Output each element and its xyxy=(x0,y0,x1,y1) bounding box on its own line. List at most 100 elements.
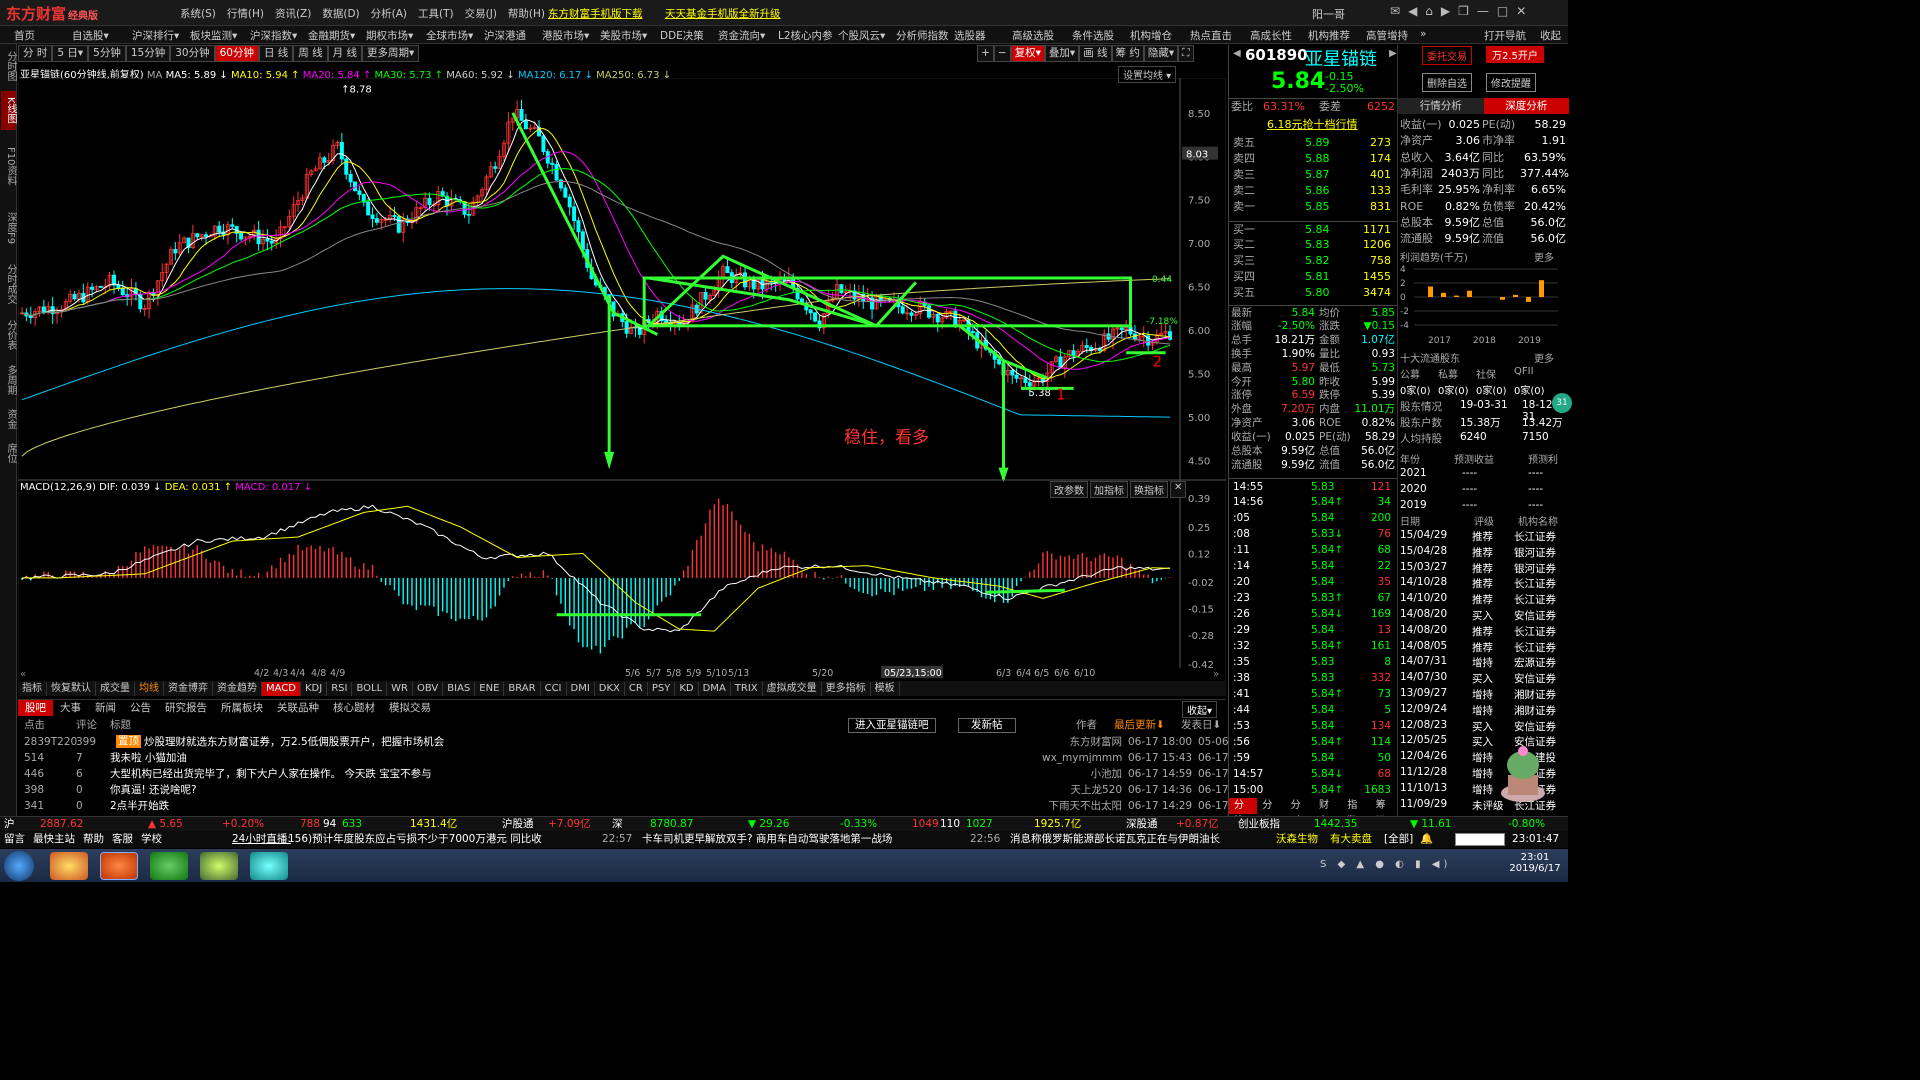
news-row[interactable]: 446 6 大型机构已经出货完毕了，剩下大户人家在操作。 今天跌 宝宝不参与 小池加 0… xyxy=(18,766,1229,782)
news-title[interactable]: 我未啦 小猫加油 xyxy=(110,750,187,766)
quote-tab[interactable]: 分时 xyxy=(1286,798,1314,827)
period-button[interactable]: 分 时 xyxy=(18,45,53,62)
nav-item[interactable]: 沪深排行▾ xyxy=(132,28,179,43)
indicator-tab[interactable]: PSY xyxy=(648,682,676,696)
period-button[interactable]: 5 日▾ xyxy=(52,45,89,62)
indicator-tab[interactable]: RSI xyxy=(327,682,353,696)
news-author[interactable]: wx_mymjmmm xyxy=(1042,750,1122,766)
nav-item[interactable]: 板块监测▾ xyxy=(190,28,237,43)
menu-item[interactable]: 交易(J) xyxy=(465,6,497,21)
news-title[interactable]: 炒股理财就选东方财富证券，万2.5低佣股票开户，把握市场机会 xyxy=(144,734,444,750)
promo-fund-link[interactable]: 天天基金手机版全新升级 xyxy=(665,6,781,21)
nav-item[interactable]: 个股风云▾ xyxy=(838,28,885,43)
promo-mobile-link[interactable]: 东方财富手机版下载 xyxy=(548,6,643,21)
quote-tab[interactable]: 筹码 xyxy=(1371,798,1399,827)
quote-tab[interactable]: 财务 xyxy=(1314,798,1342,827)
prev-stock-icon[interactable]: ◀ xyxy=(1233,48,1241,59)
nav-item[interactable]: 高成长性 xyxy=(1250,28,1292,43)
news-title[interactable]: 2点半开始跌 xyxy=(110,798,169,814)
news-tab[interactable]: 公告 xyxy=(123,700,158,716)
nav-item[interactable]: 沪深港通 xyxy=(484,28,526,43)
chart-tool-button[interactable]: 复权▾ xyxy=(1010,45,1045,62)
mail-icon[interactable]: ✉ xyxy=(1390,4,1400,18)
tray-icons[interactable]: S ◆ ▲ ● ◐ ▮ ◀) xyxy=(1320,859,1451,870)
start-button[interactable] xyxy=(4,851,34,881)
period-button[interactable]: 60分钟 xyxy=(214,45,259,62)
indicator-tab[interactable]: 指标 xyxy=(18,682,47,696)
chart-tool-button[interactable]: − xyxy=(993,45,1011,62)
forward-icon[interactable]: ▶ xyxy=(1441,4,1450,18)
taskbar-app-wechat[interactable] xyxy=(150,852,188,880)
menu-item[interactable]: 系统(S) xyxy=(180,6,216,21)
live-label[interactable]: 24小时直播: xyxy=(232,831,291,848)
indicator-tab[interactable]: BOLL xyxy=(352,682,388,696)
indicator-tab[interactable]: DMA xyxy=(699,682,731,696)
ticker-shortcut[interactable]: 最快主站 xyxy=(33,831,75,848)
open-account-button[interactable]: 万2.5开户 xyxy=(1486,46,1544,63)
indicator-tab[interactable]: 虚拟成交量 xyxy=(763,682,822,696)
nav-item[interactable]: 资金流向▾ xyxy=(718,28,765,43)
minimize-icon[interactable]: — xyxy=(1477,4,1489,18)
nav-item[interactable]: 条件选股 xyxy=(1072,28,1114,43)
ticker-shortcut[interactable]: 留言 xyxy=(4,831,25,848)
bell-icon[interactable]: 🔔 xyxy=(1420,831,1440,848)
new-post-button[interactable]: 发新帖 xyxy=(958,718,1016,733)
news-author[interactable]: 天上龙520 xyxy=(1042,782,1122,798)
indicator-tab[interactable]: CR xyxy=(625,682,648,696)
col-date[interactable]: 发表日⬇ xyxy=(1181,717,1221,733)
indicator-tab[interactable]: BIAS xyxy=(443,682,476,696)
holders-more-link[interactable]: 更多 xyxy=(1534,350,1554,365)
chart-tool-button[interactable]: 隐藏▾ xyxy=(1143,45,1179,62)
indicator-tab[interactable]: KDJ xyxy=(301,682,328,696)
news-tab[interactable]: 大事 xyxy=(53,700,88,716)
indicator-tab[interactable]: 更多指标 xyxy=(822,682,871,696)
indicator-tab[interactable]: OBV xyxy=(413,682,444,696)
nav-item[interactable]: 高管增持 xyxy=(1366,28,1408,43)
macd-tool-button[interactable]: 加指标 xyxy=(1090,481,1128,498)
news-tab[interactable]: 模拟交易 xyxy=(382,700,438,716)
taskbar-app-eastmoney[interactable] xyxy=(100,852,138,880)
nav-item[interactable]: 自选股▾ xyxy=(72,28,109,43)
news-tab[interactable]: 所属板块 xyxy=(214,700,270,716)
sidebar-tab[interactable]: 资金 xyxy=(1,405,16,433)
news-row[interactable]: 341 0 2点半开始跌 下雨天不出太阳 06-17 14:29 06-17 xyxy=(18,798,1229,814)
period-button[interactable]: 更多周期▾ xyxy=(361,45,420,62)
scroll-right-icon[interactable]: » xyxy=(1213,669,1219,680)
news-tab[interactable]: 股吧 xyxy=(18,700,53,716)
sidebar-tab[interactable]: K线图 xyxy=(1,91,16,130)
home-icon[interactable]: ⌂ xyxy=(1425,4,1433,18)
macd-tool-button[interactable]: 换指标 xyxy=(1130,481,1168,498)
news-title[interactable]: 大型机构已经出货完毕了，剩下大户人家在操作。 今天跌 宝宝不参与 xyxy=(110,766,432,782)
taskbar-app-1[interactable] xyxy=(50,852,88,880)
nav-item[interactable]: L2核心内参 xyxy=(778,28,833,43)
nav-item[interactable]: » xyxy=(1420,28,1426,40)
indicator-tab[interactable]: ENE xyxy=(475,682,505,696)
nav-item[interactable]: 港股市场▾ xyxy=(542,28,589,43)
restore-icon[interactable]: ❐ xyxy=(1458,4,1469,18)
sidebar-tab[interactable]: 深度F9 xyxy=(1,203,16,253)
sidebar-tab[interactable]: 席位 xyxy=(1,439,16,467)
nav-item[interactable]: 分析师指数 xyxy=(896,28,949,43)
macd-tool-button[interactable]: ✕ xyxy=(1170,481,1187,498)
fundamentals-tab[interactable]: 深度分析 xyxy=(1483,98,1569,114)
taskbar-app-player[interactable] xyxy=(250,852,288,880)
menu-item[interactable]: 帮助(H) xyxy=(508,6,545,21)
chart-tool-button[interactable]: + xyxy=(977,45,994,62)
news-tab[interactable]: 核心题材 xyxy=(326,700,382,716)
nav-item[interactable]: 沪深指数▾ xyxy=(250,28,297,43)
news-row[interactable]: 398 0 你真逼! 还说啥呢? 天上龙520 06-17 14:36 06-17 xyxy=(18,782,1229,798)
menu-item[interactable]: 行情(H) xyxy=(227,6,264,21)
period-button[interactable]: 15分钟 xyxy=(125,45,171,62)
sidebar-tab[interactable]: 分时成交 xyxy=(1,259,16,309)
indicator-tab[interactable]: CCI xyxy=(541,682,567,696)
nav-item[interactable]: 期权市场▾ xyxy=(366,28,413,43)
user-name[interactable]: 阳一哥 xyxy=(1312,6,1345,22)
news-author[interactable]: 东方财富网 xyxy=(1042,734,1123,750)
nav-item[interactable]: 全球市场▾ xyxy=(426,28,473,43)
collapse-button[interactable]: 收起▾ xyxy=(1182,701,1218,718)
ticker-search-input[interactable] xyxy=(1455,833,1505,846)
sidebar-tab[interactable]: 分价表 xyxy=(1,315,16,354)
edit-alert-button[interactable]: 修改提醒 xyxy=(1486,73,1536,92)
ticker-stock[interactable]: 沃森生物 xyxy=(1276,831,1318,848)
profit-more-link[interactable]: 更多 xyxy=(1534,249,1554,264)
